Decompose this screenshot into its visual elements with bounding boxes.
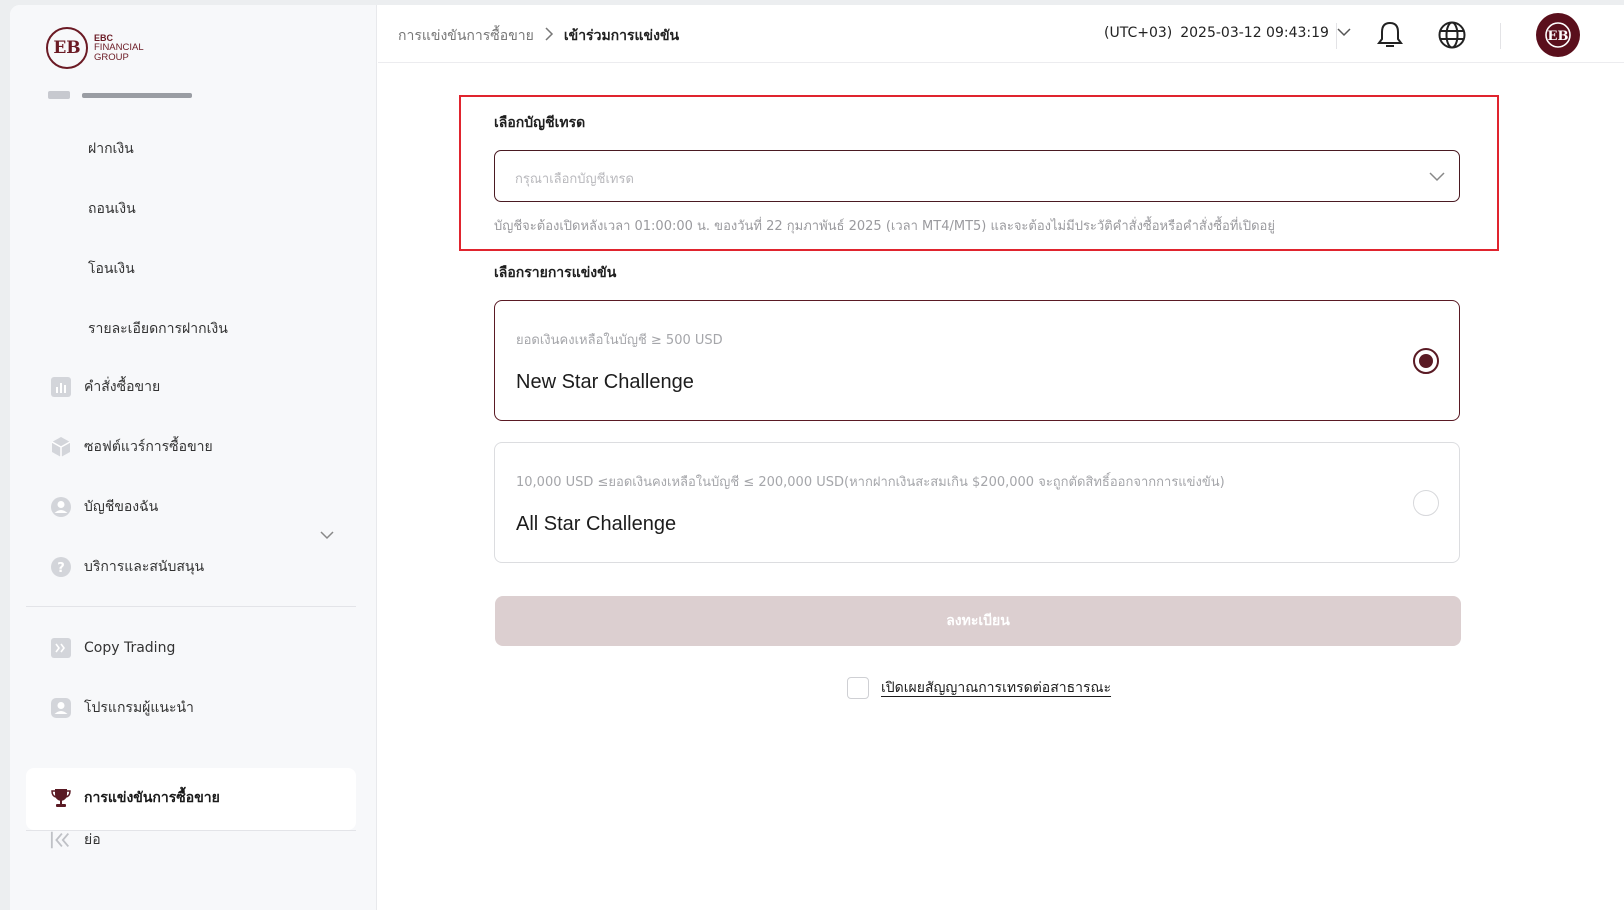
chevron-down-icon bbox=[1337, 25, 1351, 41]
sidebar-item-label: บัญชีของฉัน bbox=[84, 499, 159, 515]
sidebar-item-partially-hidden[interactable] bbox=[48, 83, 208, 99]
cut-label bbox=[82, 93, 192, 98]
sidebar: EB EBC FINANCIAL GROUP ฝากเงิน ถอนเงิน โ… bbox=[10, 5, 377, 910]
competition-option-title: New Star Challenge bbox=[516, 371, 694, 393]
sidebar-item-my-account[interactable]: บัญชีของฉัน bbox=[50, 496, 158, 518]
logo-text: EBC FINANCIAL GROUP bbox=[94, 33, 144, 63]
sidebar-subitem-deposit[interactable]: ฝากเงิน bbox=[88, 138, 134, 160]
competition-label: เลือกรายการแข่งขัน bbox=[494, 265, 617, 281]
chevron-down-icon[interactable] bbox=[320, 525, 334, 544]
datetime-label: 2025-03-12 09:43:19 bbox=[1180, 25, 1329, 41]
disclose-signal-checkbox[interactable] bbox=[847, 677, 869, 699]
sidebar-subitem-withdraw[interactable]: ถอนเงิน bbox=[88, 198, 136, 220]
cut-icon bbox=[48, 91, 70, 99]
sidebar-item-label: โปรแกรมผู้แนะนำ bbox=[84, 700, 194, 716]
cube-icon bbox=[50, 436, 72, 458]
sidebar-subitem-transfer[interactable]: โอนเงิน bbox=[88, 258, 135, 280]
header-divider bbox=[1500, 23, 1501, 49]
user-circle-icon bbox=[50, 496, 72, 518]
svg-text:EB: EB bbox=[1548, 29, 1569, 44]
competition-option-subtitle: 10,000 USD ≤ยอดเงินคงเหลือในบัญชี ≤ 200,… bbox=[516, 475, 1225, 490]
chart-bar-icon bbox=[50, 376, 72, 398]
logo-mark: EB bbox=[46, 27, 88, 69]
chevron-down-icon bbox=[1429, 167, 1445, 186]
register-button[interactable]: ลงทะเบียน bbox=[495, 596, 1461, 646]
sidebar-item-label: บริการและสนับสนุน bbox=[84, 559, 205, 575]
brand-logo[interactable]: EB EBC FINANCIAL GROUP bbox=[46, 27, 144, 69]
disclose-signal-row: เปิดเผยสัญญาณการเทรดต่อสาธารณะ bbox=[847, 677, 1111, 699]
globe-icon[interactable] bbox=[1436, 19, 1468, 51]
copy-trading-icon bbox=[50, 637, 72, 659]
radio-unselected[interactable] bbox=[1413, 490, 1439, 516]
top-header: การแข่งขันการซื้อขาย เข้าร่วมการแข่งขัน … bbox=[378, 5, 1624, 63]
sidebar-item-label: ย่อ bbox=[84, 832, 101, 848]
sidebar-item-label: Copy Trading bbox=[84, 640, 176, 656]
competition-option-new-star[interactable]: ยอดเงินคงเหลือในบัญชี ≥ 500 USD New Star… bbox=[494, 300, 1460, 421]
trophy-icon bbox=[50, 787, 72, 809]
bell-icon[interactable] bbox=[1374, 19, 1406, 51]
sidebar-item-orders[interactable]: คำสั่งซื้อขาย bbox=[50, 376, 160, 398]
sidebar-item-label: การแข่งขันการซื้อขาย bbox=[84, 790, 220, 806]
competition-option-title: All Star Challenge bbox=[516, 513, 677, 535]
sidebar-divider bbox=[26, 606, 356, 607]
breadcrumb-parent[interactable]: การแข่งขันการซื้อขาย bbox=[398, 25, 534, 47]
sidebar-collapse[interactable]: ย่อ bbox=[50, 829, 101, 851]
header-divider bbox=[1336, 23, 1337, 49]
sidebar-item-support[interactable]: ? บริการและสนับสนุน bbox=[50, 556, 204, 578]
breadcrumb-current: เข้าร่วมการแข่งขัน bbox=[563, 28, 680, 44]
user-avatar[interactable]: EB bbox=[1536, 13, 1580, 57]
app-frame: EB EBC FINANCIAL GROUP ฝากเงิน ถอนเงิน โ… bbox=[10, 5, 1624, 910]
account-label: เลือกบัญชีเทรด bbox=[494, 115, 586, 131]
referral-icon bbox=[50, 697, 72, 719]
account-hint: บัญชีจะต้องเปิดหลังเวลา 01:00:00 น. ของว… bbox=[494, 219, 1275, 234]
sidebar-subitem-deposit-details[interactable]: รายละเอียดการฝากเงิน bbox=[88, 318, 228, 340]
timezone-selector[interactable]: (UTC+03) 2025-03-12 09:43:19 bbox=[1104, 25, 1351, 41]
sidebar-item-software[interactable]: ซอฟต์แวร์การซื้อขาย bbox=[50, 436, 213, 458]
radio-selected[interactable] bbox=[1413, 348, 1439, 374]
help-circle-icon: ? bbox=[50, 556, 72, 578]
breadcrumb: การแข่งขันการซื้อขาย เข้าร่วมการแข่งขัน bbox=[398, 25, 679, 47]
collapse-icon bbox=[50, 829, 72, 851]
sidebar-item-referral[interactable]: โปรแกรมผู้แนะนำ bbox=[50, 697, 194, 719]
sidebar-item-label: ซอฟต์แวร์การซื้อขาย bbox=[84, 439, 213, 455]
disclose-signal-link[interactable]: เปิดเผยสัญญาณการเทรดต่อสาธารณะ bbox=[881, 677, 1111, 699]
timezone-label: (UTC+03) bbox=[1104, 25, 1173, 41]
competition-option-all-star[interactable]: 10,000 USD ≤ยอดเงินคงเหลือในบัญชี ≤ 200,… bbox=[494, 442, 1460, 563]
account-select[interactable]: กรุณาเลือกบัญชีเทรด bbox=[494, 150, 1460, 202]
chevron-right-icon bbox=[544, 27, 554, 45]
sidebar-item-trading-competition-row: การแข่งขันการซื้อขาย bbox=[50, 787, 220, 809]
logo-line-3: GROUP bbox=[94, 52, 129, 63]
sidebar-item-copy-trading[interactable]: Copy Trading bbox=[50, 637, 175, 659]
sidebar-item-trading-competition[interactable]: การแข่งขันการซื้อขาย bbox=[26, 768, 356, 830]
sidebar-item-label: คำสั่งซื้อขาย bbox=[84, 379, 161, 395]
account-select-placeholder: กรุณาเลือกบัญชีเทรด bbox=[515, 172, 634, 187]
competition-option-subtitle: ยอดเงินคงเหลือในบัญชี ≥ 500 USD bbox=[516, 333, 723, 348]
svg-text:?: ? bbox=[57, 561, 65, 576]
